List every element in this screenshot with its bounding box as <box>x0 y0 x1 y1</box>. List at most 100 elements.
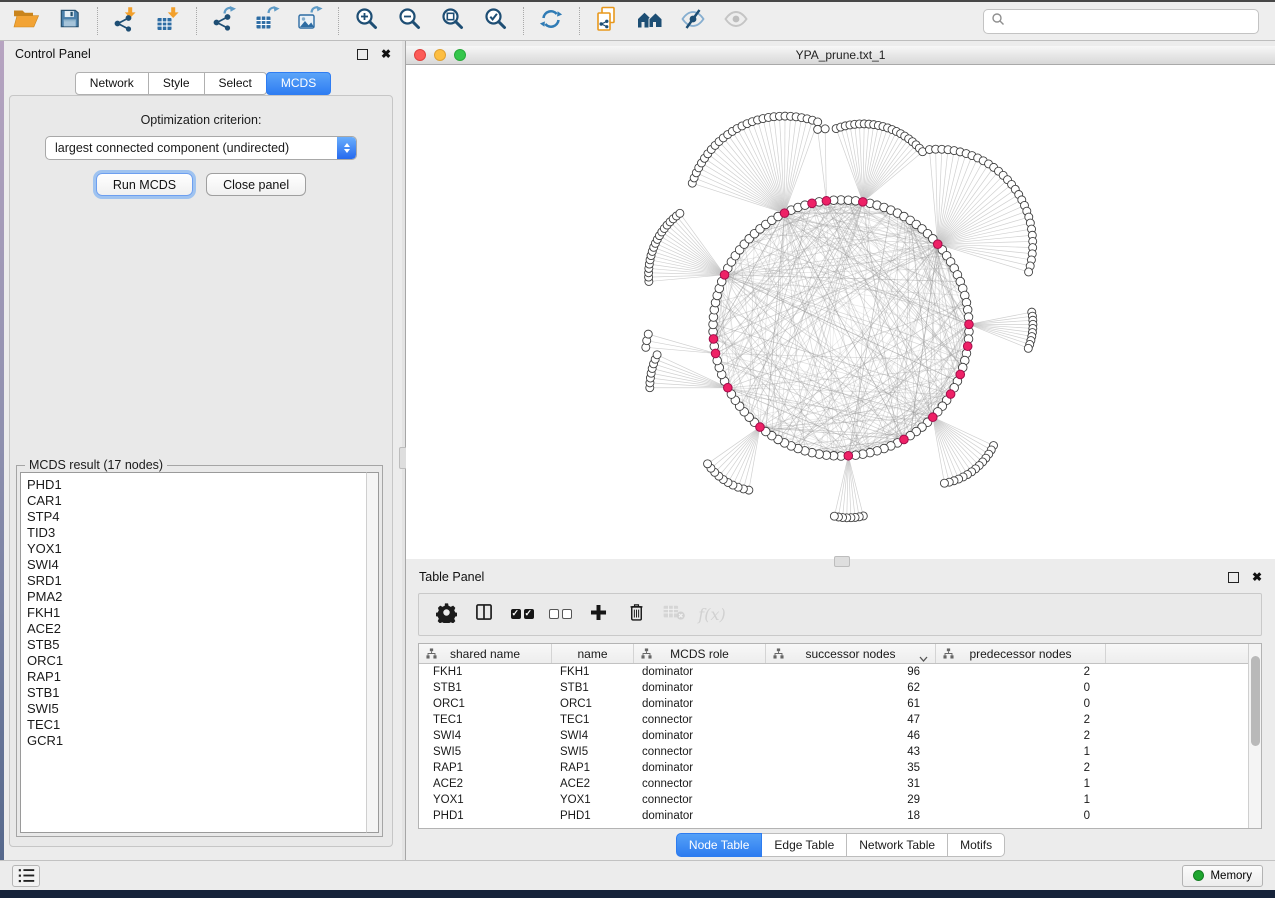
mcds-result-item[interactable]: SWI5 <box>27 701 366 717</box>
table-tab-network-table[interactable]: Network Table <box>847 833 948 857</box>
control-tab-select[interactable]: Select <box>205 72 267 95</box>
mcds-node[interactable] <box>956 370 965 379</box>
mcds-node[interactable] <box>928 413 937 422</box>
window-minimize-button[interactable] <box>434 49 446 61</box>
column-header-name[interactable]: name <box>552 644 634 663</box>
export-network-button[interactable] <box>206 5 242 37</box>
zoom-selected-button[interactable] <box>477 5 513 37</box>
deselect-all-rows-button[interactable] <box>541 597 579 633</box>
table-row[interactable]: SWI5SWI5connector431 <box>419 744 1248 760</box>
mcds-result-item[interactable]: SRD1 <box>27 573 366 589</box>
search-input[interactable] <box>1005 9 1258 34</box>
export-table-button[interactable] <box>249 5 285 37</box>
table-row[interactable]: TEC1TEC1connector472 <box>419 712 1248 728</box>
network-canvas[interactable] <box>406 65 1275 559</box>
network-node[interactable] <box>1025 268 1033 276</box>
control-panel-float-icon[interactable] <box>357 49 368 60</box>
table-settings-button[interactable] <box>427 597 465 633</box>
table-tab-motifs[interactable]: Motifs <box>948 833 1005 857</box>
table-row[interactable]: STB1STB1dominator620 <box>419 680 1248 696</box>
mcds-node[interactable] <box>946 390 955 399</box>
copy-network-button[interactable] <box>589 5 625 37</box>
table-row[interactable]: YOX1YOX1connector291 <box>419 792 1248 808</box>
network-node[interactable] <box>704 460 712 468</box>
network-node[interactable] <box>830 512 838 520</box>
mcds-node[interactable] <box>844 451 853 460</box>
refresh-view-button[interactable] <box>533 5 569 37</box>
window-maximize-button[interactable] <box>454 49 466 61</box>
mcds-node[interactable] <box>859 198 868 207</box>
mcds-result-item[interactable]: SWI4 <box>27 557 366 573</box>
column-header-shared-name[interactable]: shared name <box>419 644 552 663</box>
table-panel-float-icon[interactable] <box>1228 572 1239 583</box>
mcds-node[interactable] <box>900 435 909 444</box>
table-tab-node-table[interactable]: Node Table <box>676 833 763 857</box>
memory-button[interactable]: Memory <box>1182 865 1263 887</box>
table-row[interactable]: ORC1ORC1dominator610 <box>419 696 1248 712</box>
mcds-result-item[interactable]: STP4 <box>27 509 366 525</box>
mcds-node[interactable] <box>780 209 789 218</box>
panel-menu-button[interactable] <box>12 865 40 887</box>
hide-selected-button[interactable] <box>675 5 711 37</box>
show-columns-button[interactable] <box>465 597 503 633</box>
mcds-result-item[interactable]: CAR1 <box>27 493 366 509</box>
mcds-result-item[interactable]: STB1 <box>27 685 366 701</box>
mcds-result-item[interactable]: TID3 <box>27 525 366 541</box>
mcds-node[interactable] <box>709 335 718 344</box>
column-header-mcds-role[interactable]: MCDS role <box>634 644 766 663</box>
mcds-node[interactable] <box>808 199 817 208</box>
network-node[interactable] <box>653 351 661 359</box>
delete-columns-button[interactable] <box>617 597 655 633</box>
table-tab-edge-table[interactable]: Edge Table <box>762 833 847 857</box>
mcds-result-item[interactable]: FKH1 <box>27 605 366 621</box>
zoom-fit-button[interactable] <box>434 5 470 37</box>
save-session-button[interactable] <box>51 5 87 37</box>
mcds-node[interactable] <box>963 342 972 351</box>
zoom-out-button[interactable] <box>391 5 427 37</box>
close-panel-button[interactable]: Close panel <box>206 173 306 196</box>
first-neighbors-button[interactable] <box>632 5 668 37</box>
network-node[interactable] <box>940 479 948 487</box>
column-header-predecessor-nodes[interactable]: predecessor nodes <box>936 644 1106 663</box>
control-tab-network[interactable]: Network <box>75 72 149 95</box>
mcds-result-item[interactable]: GCR1 <box>27 733 366 749</box>
mcds-node[interactable] <box>933 240 942 249</box>
network-node[interactable] <box>676 209 684 217</box>
mcds-node[interactable] <box>720 271 729 280</box>
window-close-button[interactable] <box>414 49 426 61</box>
mcds-result-item[interactable]: ACE2 <box>27 621 366 637</box>
control-panel-close-icon[interactable]: ✖ <box>381 48 391 60</box>
table-row[interactable]: ACE2ACE2connector311 <box>419 776 1248 792</box>
table-row[interactable]: FKH1FKH1dominator962 <box>419 664 1248 680</box>
mcds-node[interactable] <box>756 423 765 432</box>
mcds-result-item[interactable]: PMA2 <box>27 589 366 605</box>
network-node[interactable] <box>821 125 829 133</box>
control-tab-style[interactable]: Style <box>149 72 205 95</box>
zoom-in-button[interactable] <box>348 5 384 37</box>
run-mcds-button[interactable]: Run MCDS <box>96 173 193 196</box>
network-node[interactable] <box>814 125 822 133</box>
import-network-button[interactable] <box>107 5 143 37</box>
mcds-result-item[interactable]: TEC1 <box>27 717 366 733</box>
mcds-result-item[interactable]: YOX1 <box>27 541 366 557</box>
table-scrollbar-thumb[interactable] <box>1251 656 1260 746</box>
table-row[interactable]: RAP1RAP1dominator352 <box>419 760 1248 776</box>
control-tab-mcds[interactable]: MCDS <box>266 72 331 95</box>
network-node[interactable] <box>644 330 652 338</box>
network-window-titlebar[interactable]: YPA_prune.txt_1 <box>406 46 1275 65</box>
mcds-node[interactable] <box>822 197 831 206</box>
import-table-button[interactable] <box>150 5 186 37</box>
select-all-rows-button[interactable] <box>503 597 541 633</box>
mcds-node[interactable] <box>965 320 974 329</box>
open-file-button[interactable] <box>8 5 44 37</box>
mcds-result-item[interactable]: ORC1 <box>27 653 366 669</box>
add-column-button[interactable] <box>579 597 617 633</box>
column-header-successor-nodes[interactable]: successor nodes <box>766 644 936 663</box>
mcds-node[interactable] <box>723 383 732 392</box>
table-row[interactable]: SWI4SWI4dominator462 <box>419 728 1248 744</box>
network-node[interactable] <box>814 118 822 126</box>
mcds-result-item[interactable]: STB5 <box>27 637 366 653</box>
table-row[interactable]: PHD1PHD1dominator180 <box>419 808 1248 824</box>
mcds-node[interactable] <box>711 349 720 358</box>
mcds-result-item[interactable]: RAP1 <box>27 669 366 685</box>
